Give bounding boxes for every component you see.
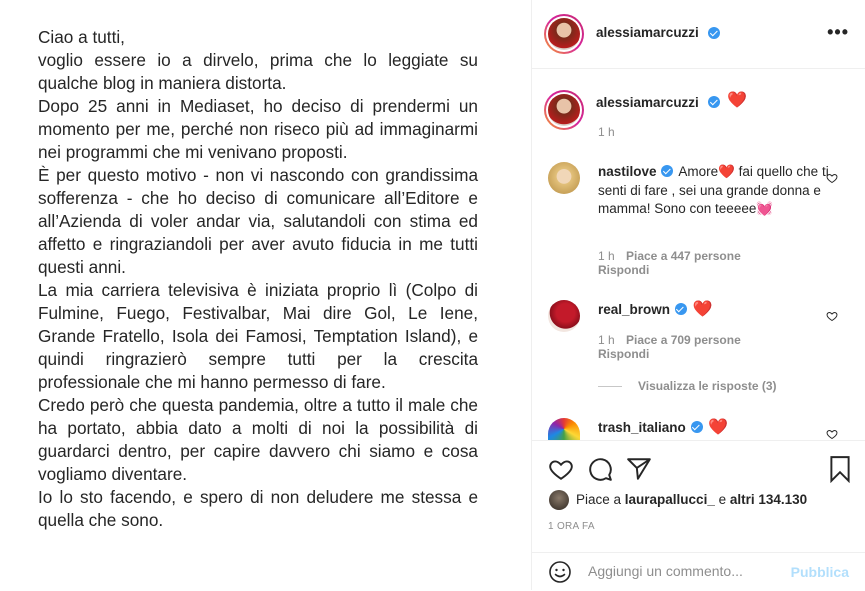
verified-badge-icon (708, 27, 720, 39)
comment-likes[interactable]: Piace a 709 persone (626, 333, 741, 347)
commenter-avatar[interactable] (548, 162, 580, 194)
post-paragraph: Credo però che questa pandemia, oltre a … (38, 395, 478, 484)
replies-divider (598, 386, 622, 387)
comment-time[interactable]: 1 h (598, 249, 615, 263)
comment-input[interactable] (588, 563, 778, 579)
post-image: Ciao a tutti, voglio essere io a dirvelo… (0, 0, 532, 590)
post-paragraph: Dopo 25 anni in Mediaset, ho deciso di p… (38, 96, 478, 162)
publish-button[interactable]: Pubblica (791, 564, 849, 580)
heart-icon[interactable] (548, 456, 574, 482)
post-time[interactable]: 1 ORA FA (548, 521, 595, 532)
likes-prefix: Piace a (576, 492, 625, 507)
liker-avatar[interactable] (549, 490, 569, 510)
comment-like-icon[interactable] (826, 428, 838, 440)
avatar[interactable] (544, 14, 584, 54)
comment-username[interactable]: real_brown (598, 302, 670, 317)
post-paragraph: È per questo motivo - non vi nascondo co… (38, 165, 478, 277)
verified-badge-icon (661, 165, 674, 177)
comment-body: ❤️ (708, 419, 729, 436)
likes-mid: e (714, 492, 730, 507)
header-username[interactable]: alessiamarcuzzi (596, 25, 699, 40)
post-paragraph: La mia carriera televisiva è iniziata pr… (38, 280, 478, 392)
comment-time[interactable]: 1 h (598, 333, 615, 347)
comment-body: ❤️ (692, 301, 713, 318)
comment-username[interactable]: trash_italiano (598, 420, 686, 435)
verified-badge-icon (708, 96, 720, 108)
likes-others[interactable]: altri 134.130 (730, 492, 807, 507)
verified-badge-icon (690, 421, 703, 433)
likes-user[interactable]: laurapallucci_ (625, 492, 715, 507)
post-paragraph: Io lo sto facendo, e spero di non delude… (38, 487, 478, 530)
side-panel: alessiamarcuzzi ••• alessiamarcuzzi ❤️ 1… (532, 0, 865, 590)
comment-like-icon[interactable] (826, 310, 838, 322)
avatar[interactable] (544, 90, 584, 130)
caption-username[interactable]: alessiamarcuzzi (596, 95, 699, 110)
comment-likes[interactable]: Piace a 447 persone (626, 249, 741, 263)
commenter-avatar[interactable] (548, 418, 580, 440)
view-replies-button[interactable]: Visualizza le risposte (3) (638, 379, 777, 393)
post-header: alessiamarcuzzi ••• (532, 0, 865, 69)
post-text: Ciao a tutti, voglio essere io a dirvelo… (38, 26, 478, 532)
smiley-icon[interactable] (548, 560, 572, 584)
post-paragraph: voglio essere io a dirvelo, prima che lo… (38, 50, 478, 93)
share-icon[interactable] (626, 456, 652, 482)
comment-text: trash_italiano ❤️ (598, 419, 830, 438)
comment-text: real_brown ❤️ (598, 301, 830, 320)
comment-like-icon[interactable] (826, 172, 838, 184)
verified-badge-icon (674, 303, 687, 315)
bookmark-icon[interactable] (827, 455, 853, 483)
caption-time[interactable]: 1 h (598, 125, 615, 139)
comment-icon[interactable] (587, 456, 613, 482)
comment-username[interactable]: nastilove (598, 164, 657, 179)
comment-text: nastilove Amore❤️ fai quello che ti sent… (598, 163, 830, 219)
heart-emoji: ❤️ (727, 92, 747, 109)
more-dots-icon[interactable]: ••• (827, 22, 849, 43)
post-paragraph: Ciao a tutti, (38, 27, 125, 47)
commenter-avatar[interactable] (548, 300, 580, 332)
reply-button[interactable]: Rispondi (598, 347, 649, 361)
reply-button[interactable]: Rispondi (598, 263, 649, 277)
likes-summary[interactable]: Piace a laurapallucci_ e altri 134.130 (576, 492, 807, 507)
